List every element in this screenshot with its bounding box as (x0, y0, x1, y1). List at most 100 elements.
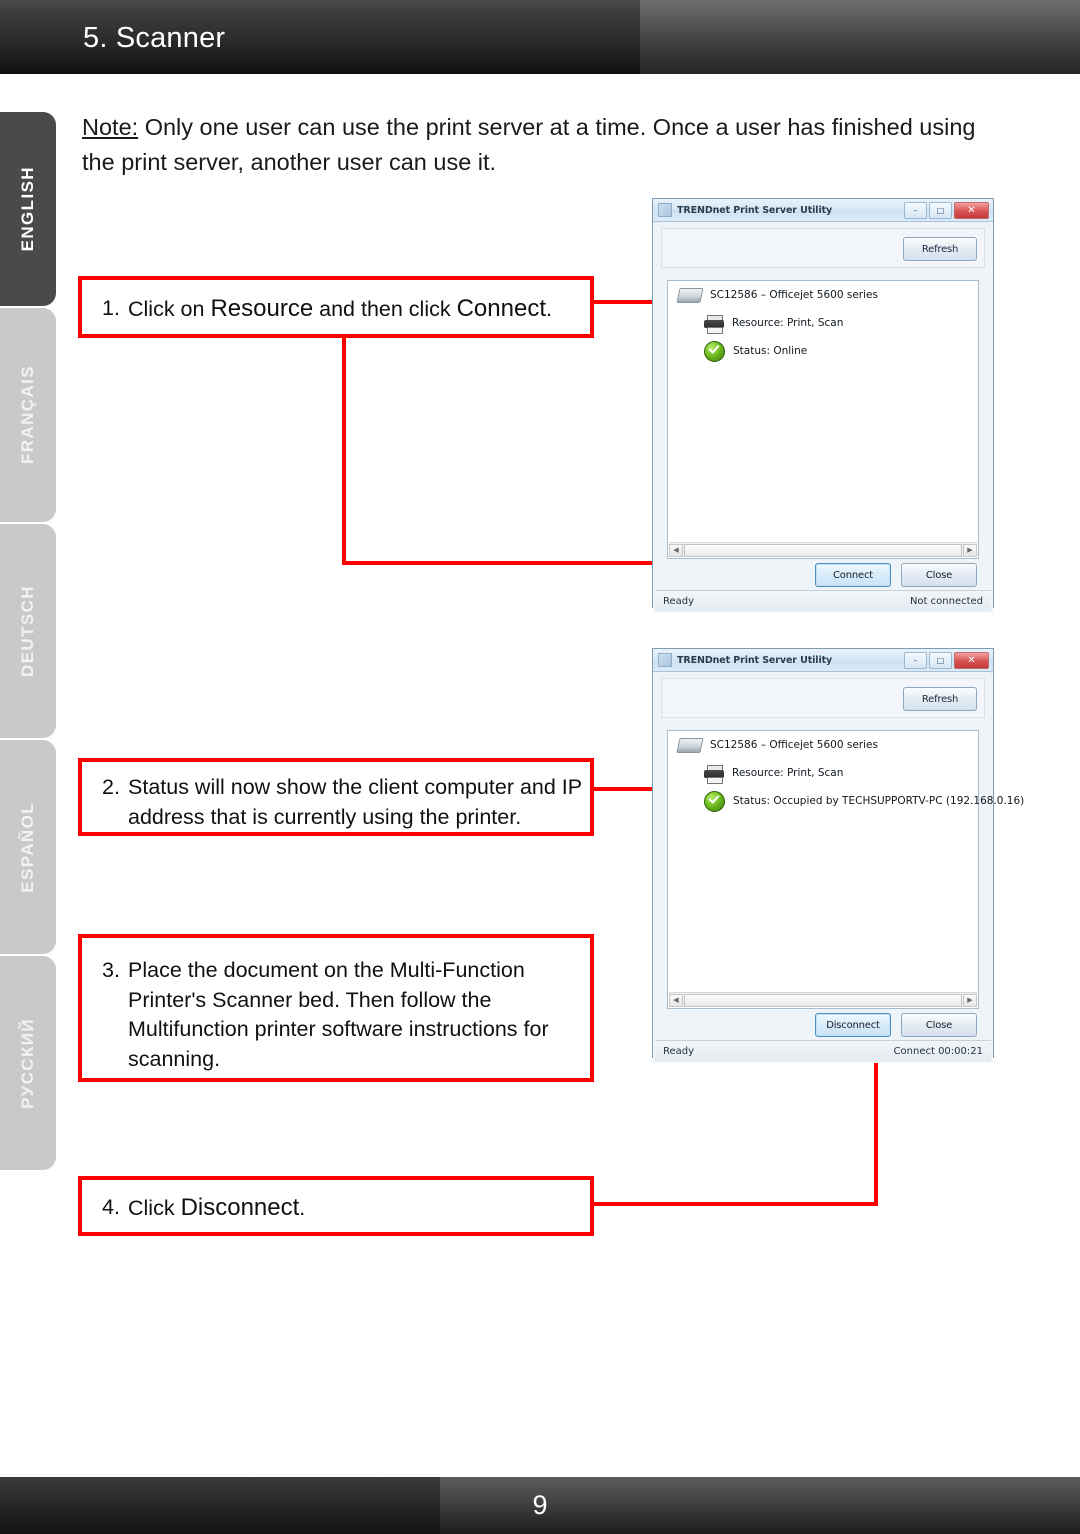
sidebar-item-russkiy[interactable]: РУССКИЙ (0, 956, 56, 1170)
maximize-icon: □ (936, 655, 945, 665)
step-number: 4. (102, 1195, 120, 1219)
note-paragraph: Note: Only one user can use the print se… (82, 110, 992, 180)
window-title: TRENDnet Print Server Utility (677, 204, 833, 216)
list-item-status[interactable]: Status: Online (668, 337, 978, 365)
page-number: 9 (532, 1490, 548, 1520)
screenshot-window-connect: TRENDnet Print Server Utility – □ ✕ Refr… (652, 198, 994, 613)
app-icon (658, 203, 672, 217)
statusbar-left-text: Ready (663, 595, 695, 607)
list-item-label: Status: Occupied by TECHSUPPORTV-PC (192… (733, 795, 1025, 807)
callout-step-1: 1. Click on Resource and then click Conn… (78, 276, 594, 338)
window-titlebar[interactable]: TRENDnet Print Server Utility – □ ✕ (653, 649, 993, 672)
close-icon: ✕ (967, 654, 976, 666)
step1-emphasis-connect: Connect (456, 295, 546, 322)
note-line-2: the print server, another user can use i… (82, 149, 497, 175)
list-item-resource[interactable]: Resource: Print, Scan (668, 759, 978, 787)
language-tab-strip: ENGLISH FRANÇAIS DEUTSCH ESPAÑOL РУССКИЙ (0, 112, 56, 1172)
maximize-button[interactable]: □ (929, 202, 952, 219)
page-title: 5. Scanner (83, 22, 226, 54)
step4-pre: Click (128, 1196, 181, 1220)
minimize-button[interactable]: – (904, 202, 927, 219)
page-footer-bar: 9 (0, 1477, 1080, 1534)
step-text: Place the document on the Multi-Function… (128, 956, 590, 1074)
statusbar-right-text: Not connected (909, 595, 983, 607)
list-item-label: Status: Online (733, 345, 808, 357)
list-item-label: Resource: Print, Scan (732, 767, 844, 779)
scroll-left-icon[interactable]: ◀ (669, 993, 683, 1007)
minimize-button[interactable]: – (904, 652, 927, 669)
list-item-resource[interactable]: Resource: Print, Scan (668, 309, 978, 337)
close-button[interactable]: ✕ (954, 202, 989, 219)
close-button[interactable]: Close (901, 563, 977, 587)
step2-line-1: Status will now show the client computer… (128, 775, 583, 799)
step-number: 2. (102, 775, 120, 799)
list-item-server[interactable]: SC12586 – Officejet 5600 series (668, 281, 978, 309)
statusbar-right-text: Connect 00:00:21 (893, 1045, 983, 1057)
close-icon: ✕ (967, 204, 976, 216)
window-body: Refresh SC12586 – Officejet 5600 series … (653, 228, 993, 613)
minimize-icon: – (913, 655, 918, 665)
page-header-bar: 5. Scanner (0, 0, 1080, 74)
device-list[interactable]: SC12586 – Officejet 5600 series Resource… (667, 280, 979, 559)
scrollbar-thumb[interactable] (684, 993, 962, 1007)
close-button[interactable]: Close (901, 1013, 977, 1037)
printer-icon (704, 764, 724, 784)
step1-mid: and then click (313, 297, 457, 321)
close-button[interactable]: ✕ (954, 652, 989, 669)
scrollbar-thumb[interactable] (684, 543, 962, 557)
app-icon (658, 653, 672, 667)
list-item-server[interactable]: SC12586 – Officejet 5600 series (668, 731, 978, 759)
window-body: Refresh SC12586 – Officejet 5600 series … (653, 678, 1024, 1063)
step1-post: . (545, 297, 552, 321)
device-list[interactable]: SC12586 – Officejet 5600 series Resource… (667, 730, 1024, 1009)
scroll-right-icon[interactable]: ▶ (963, 543, 977, 557)
step3-line-3: Multifunction printer software instructi… (128, 1017, 549, 1041)
step2-line-2: address that is currently using the prin… (128, 804, 522, 829)
window-titlebar[interactable]: TRENDnet Print Server Utility – □ ✕ (653, 199, 993, 222)
sidebar-item-francais[interactable]: FRANÇAIS (0, 308, 56, 522)
sidebar-item-label: ESPAÑOL (18, 801, 37, 893)
list-item-status[interactable]: Status: Occupied by TECHSUPPORTV-PC (192… (668, 787, 1024, 815)
sidebar-item-label: ENGLISH (18, 166, 37, 252)
callout-step-2: 2. Status will now show the client compu… (78, 758, 594, 836)
sidebar-item-label: РУССКИЙ (18, 1017, 37, 1109)
refresh-button[interactable]: Refresh (903, 687, 977, 711)
horizontal-scrollbar[interactable]: ◀ ▶ (669, 542, 977, 557)
maximize-button[interactable]: □ (929, 652, 952, 669)
print-server-icon (676, 287, 704, 303)
step4-emphasis-disconnect: Disconnect (180, 1194, 300, 1221)
window-caption-buttons: – □ ✕ (904, 652, 989, 669)
step3-line-2: Printer's Scanner bed. Then follow the (128, 987, 492, 1012)
list-item-label: Resource: Print, Scan (732, 317, 844, 329)
connect-button[interactable]: Connect (815, 563, 891, 587)
step1-pre: Click on (128, 297, 211, 321)
window-toolbar: Refresh (661, 228, 985, 268)
header-gradient-highlight (640, 0, 1080, 74)
minimize-icon: – (913, 205, 918, 215)
screenshot-window-disconnect: TRENDnet Print Server Utility – □ ✕ Refr… (652, 648, 1024, 1063)
print-server-icon (676, 737, 704, 753)
refresh-button[interactable]: Refresh (903, 237, 977, 261)
note-line-1: Only one user can use the print server a… (138, 114, 976, 140)
scroll-left-icon[interactable]: ◀ (669, 543, 683, 557)
sidebar-item-deutsch[interactable]: DEUTSCH (0, 524, 56, 738)
window-title: TRENDnet Print Server Utility (677, 654, 833, 666)
sidebar-item-english[interactable]: ENGLISH (0, 112, 56, 306)
connector-step1-vertical (342, 338, 346, 565)
sidebar-item-label: FRANÇAIS (18, 365, 37, 465)
disconnect-button[interactable]: Disconnect (815, 1013, 891, 1037)
status-ok-icon (704, 790, 725, 812)
sidebar-item-espanol[interactable]: ESPAÑOL (0, 740, 56, 954)
window-statusbar: Ready Connect 00:00:21 (655, 1040, 991, 1061)
step-number: 1. (102, 296, 120, 320)
step1-emphasis-resource: Resource (210, 295, 314, 322)
callout-step-4: 4. Click Disconnect. (78, 1176, 594, 1236)
connector-step4-horizontal (594, 1202, 878, 1206)
step3-line-1: Place the document on the Multi-Function (128, 958, 525, 982)
step-number: 3. (102, 958, 120, 982)
window-toolbar: Refresh (661, 678, 985, 718)
step4-post: . (299, 1196, 306, 1220)
list-item-label: SC12586 – Officejet 5600 series (710, 289, 878, 301)
scroll-right-icon[interactable]: ▶ (963, 993, 977, 1007)
horizontal-scrollbar[interactable]: ◀ ▶ (669, 992, 977, 1007)
